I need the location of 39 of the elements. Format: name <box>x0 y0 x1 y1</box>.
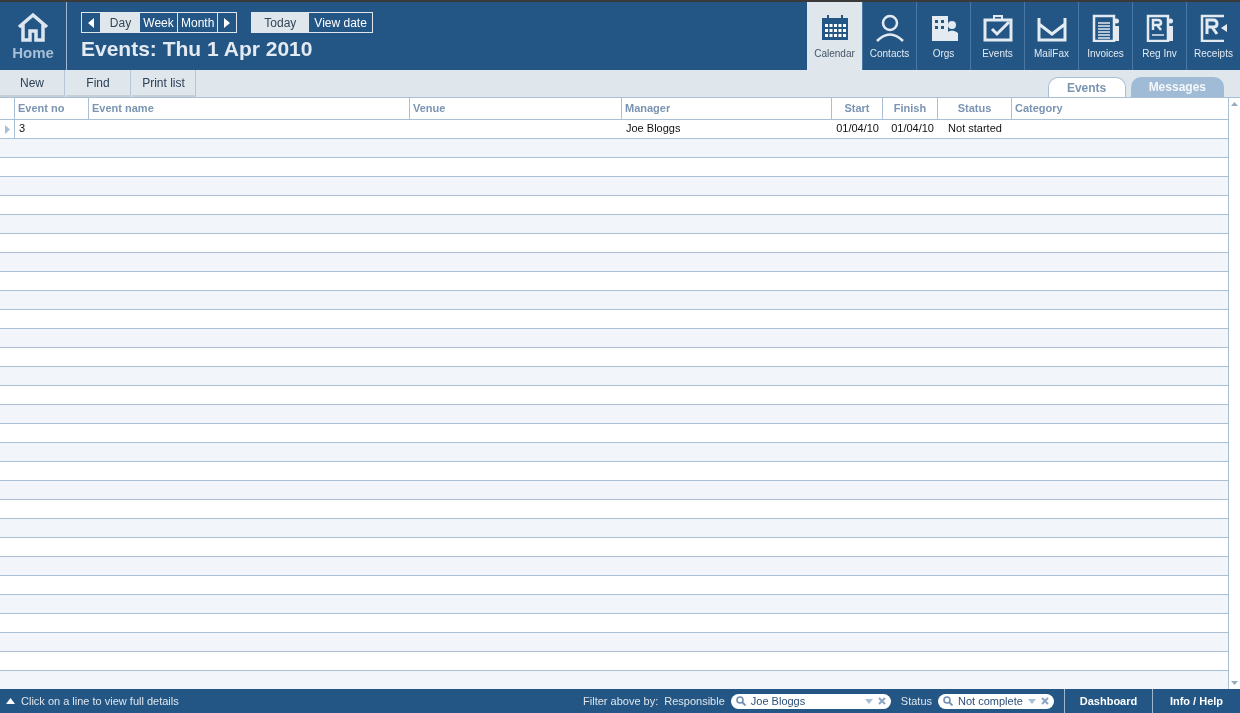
dropdown-icon <box>864 698 873 704</box>
toolbar-button[interactable]: Find <box>66 70 131 97</box>
scroll-down-icon <box>1231 681 1238 685</box>
table-cell: Joe Bloggs <box>626 122 681 134</box>
scroll-bar[interactable] <box>1228 98 1240 689</box>
table-cell: Not started <box>948 122 1002 134</box>
table-cell: 3 <box>19 122 26 134</box>
registered-invoice-icon <box>1145 13 1174 42</box>
filter-label: Status <box>900 695 932 707</box>
search-icon <box>735 696 746 706</box>
filter-label: Filter above by: <box>583 695 659 707</box>
date-button[interactable]: Today <box>252 13 309 32</box>
scroll-up-icon <box>1231 102 1238 106</box>
right-arrow-icon <box>224 17 231 28</box>
receipt-icon <box>1199 13 1228 42</box>
filter-label: Responsible <box>664 695 725 707</box>
table-cell: 01/04/10 <box>836 122 879 134</box>
period-tab[interactable]: Day <box>101 13 139 32</box>
calendar-icon <box>819 13 850 42</box>
filter-field[interactable]: Not complete <box>938 693 1054 709</box>
clear-icon <box>1041 697 1049 705</box>
page-title: Events: Thu 1 Apr 2010 <box>81 37 314 61</box>
status-hint: Click on a line to view full details <box>21 695 179 707</box>
dropdown-icon <box>1028 698 1036 704</box>
briefcase-check-icon <box>982 13 1013 42</box>
row-pointer-icon <box>4 125 10 134</box>
document-icon <box>1091 13 1120 42</box>
up-arrow-icon <box>6 698 15 704</box>
building-icon <box>929 13 958 42</box>
toolbar-button[interactable]: Print list <box>132 70 196 97</box>
toolbar-button[interactable]: New <box>0 70 65 97</box>
search-icon <box>943 696 953 706</box>
table-cell: 01/04/10 <box>891 122 934 134</box>
left-arrow-icon <box>88 17 94 28</box>
home-icon <box>16 11 50 42</box>
filter-field[interactable]: Joe Bloggs <box>730 693 891 709</box>
module-button[interactable]: Calendar <box>807 2 862 70</box>
clear-icon <box>877 697 886 705</box>
period-tab[interactable]: Week <box>139 13 177 32</box>
